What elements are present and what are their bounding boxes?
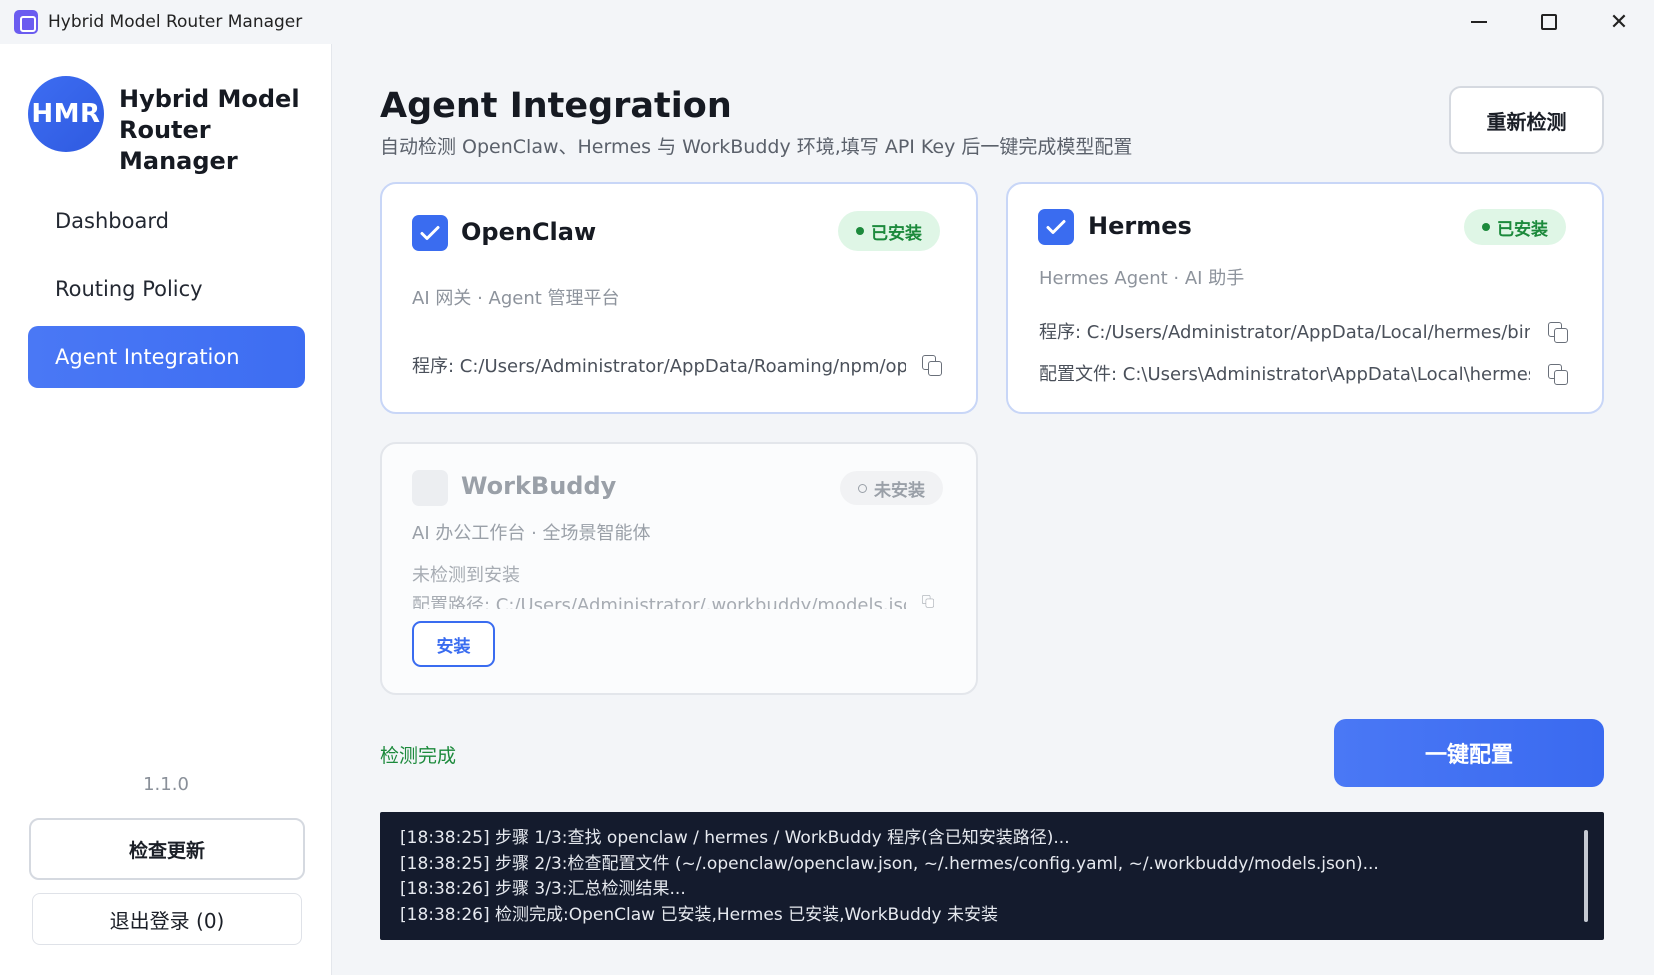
log-line: [18:38:26] 检测完成:OpenClaw 已安装,Hermes 已安装,… [400,904,999,925]
minimize-icon [1471,21,1487,23]
nav-label: Routing Policy [55,277,203,301]
close-button[interactable]: ✕ [1584,0,1654,44]
workbuddy-not-found: 未检测到安装 [412,565,520,586]
workbuddy-checkbox[interactable] [412,470,448,506]
nav-label: Agent Integration [55,345,240,369]
workbuddy-card: WorkBuddy 未安装 AI 办公工作台 · 全场景智能体 未检测到安装 配… [380,442,978,695]
copy-icon[interactable] [922,595,934,608]
title-bar: Hybrid Model Router Manager ✕ [0,0,1654,44]
maximize-icon [1541,14,1557,30]
page-title: Agent Integration [380,86,732,126]
brand-name: Hybrid Model Router Manager [119,84,319,177]
nav-label: Dashboard [55,209,169,233]
openclaw-desc: AI 网关 · Agent 管理平台 [412,288,620,309]
status-text: 未安装 [874,480,925,501]
hermes-checkbox[interactable] [1038,209,1074,245]
hermes-status-badge: 已安装 [1464,209,1566,245]
workbuddy-name: WorkBuddy [461,472,617,500]
close-icon: ✕ [1609,9,1629,35]
install-button[interactable]: 安装 [412,621,495,667]
status-circle-icon [858,483,867,493]
one-click-config-button[interactable]: 一键配置 [1334,719,1604,787]
log-line: [18:38:25] 步骤 2/3:检查配置文件 (~/.openclaw/op… [400,853,1379,874]
status-dot-icon [856,227,864,235]
detection-status: 检测完成 [380,745,457,767]
openclaw-checkbox[interactable] [412,215,448,251]
maximize-button[interactable] [1514,0,1584,44]
minimize-button[interactable] [1444,0,1514,44]
hermes-config-path: 配置文件: C:\Users\Administrator\AppData\Loc… [1039,364,1530,385]
hermes-name: Hermes [1088,212,1192,240]
openclaw-status-badge: 已安装 [838,211,940,251]
check-update-button[interactable]: 检查更新 [29,818,305,880]
copy-icon[interactable] [1548,364,1568,385]
log-line: [18:38:25] 步骤 1/3:查找 openclaw / hermes /… [400,828,1070,848]
logout-button[interactable]: 退出登录 (0) [32,893,302,945]
sidebar: HMR Hybrid Model Router Manager Dashboar… [0,44,332,975]
nav-item-routing-policy[interactable]: Routing Policy [28,258,305,320]
hermes-desc: Hermes Agent · AI 助手 [1039,268,1245,289]
copy-icon[interactable] [922,355,942,376]
status-text: 已安装 [1497,219,1548,240]
app-icon [14,10,38,34]
version-label: 1.1.0 [143,774,189,795]
hermes-program-path: 程序: C:/Users/Administrator/AppData/Local… [1039,322,1530,343]
log-line: [18:38:26] 步骤 3/3:汇总检测结果... [400,879,686,899]
check-icon [1046,220,1066,234]
nav-item-agent-integration[interactable]: Agent Integration [28,326,305,388]
hermes-card: Hermes 已安装 Hermes Agent · AI 助手 程序: C:/U… [1006,182,1604,414]
page-subtitle: 自动检测 OpenClaw、Hermes 与 WorkBuddy 环境,填写 A… [380,136,1133,158]
brand-line-1: Hybrid Model [119,85,300,113]
log-scrollbar[interactable] [1584,830,1588,922]
check-icon [420,226,440,240]
openclaw-program-path: 程序: C:/Users/Administrator/AppData/Roami… [412,356,906,377]
log-console: [18:38:25] 步骤 1/3:查找 openclaw / hermes /… [380,812,1604,940]
window-title: Hybrid Model Router Manager [48,12,303,32]
workbuddy-desc: AI 办公工作台 · 全场景智能体 [412,523,651,544]
openclaw-name: OpenClaw [461,218,597,246]
brand-line-2: Router Manager [119,116,238,175]
copy-icon[interactable] [1548,322,1568,343]
recheck-button[interactable]: 重新检测 [1449,86,1604,154]
logo: HMR [28,76,104,152]
openclaw-card: OpenClaw 已安装 AI 网关 · Agent 管理平台 程序: C:/U… [380,182,978,414]
nav-item-dashboard[interactable]: Dashboard [28,190,305,252]
status-text: 已安装 [871,223,922,244]
status-dot-icon [1482,223,1490,231]
workbuddy-status-badge: 未安装 [840,471,943,505]
workbuddy-config-path: 配置路径: C:/Users/Administrator/.workbuddy/… [412,595,906,609]
